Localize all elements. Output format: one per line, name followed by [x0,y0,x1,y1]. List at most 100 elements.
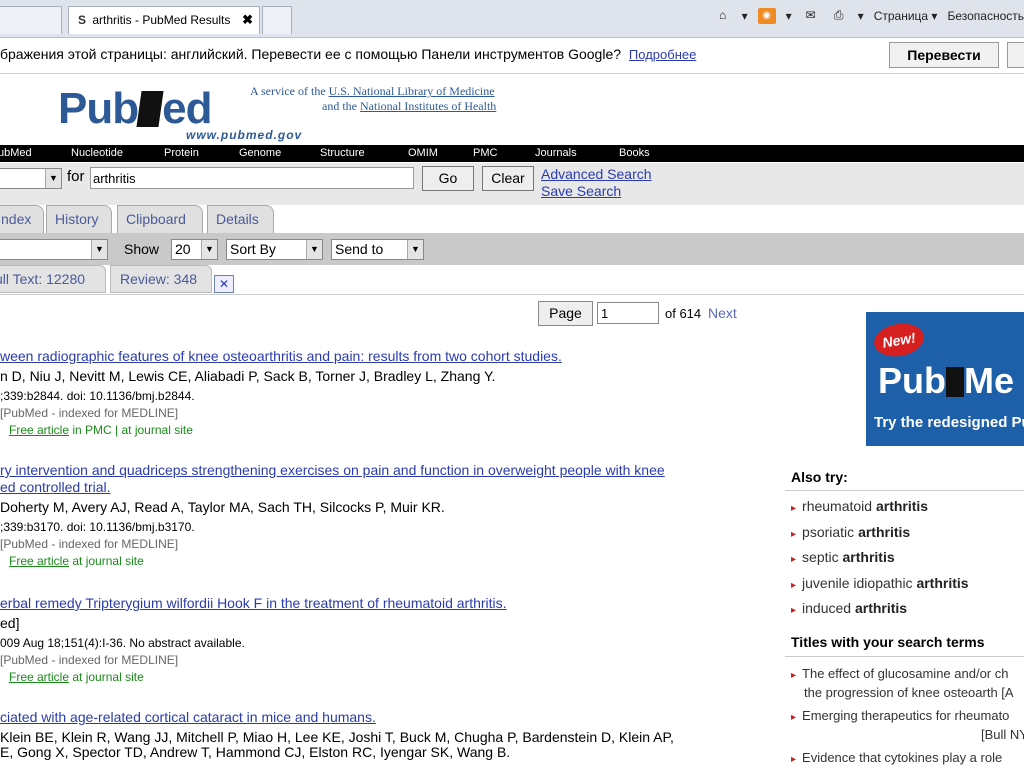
nav-journals[interactable]: Journals [535,147,577,159]
related-title-line2: [Bull NY [981,727,1024,742]
home-icon[interactable]: ⌂ [714,8,732,24]
search-bar-row: ▼ for Go Clear Advanced Search Save Sear… [0,163,1024,205]
save-search-link[interactable]: Save Search [541,183,621,199]
new-tab-button[interactable] [262,6,292,34]
next-page-link[interactable]: Next [708,305,737,321]
result-links-rest[interactable]: at journal site [69,670,143,684]
translate-more-link[interactable]: Подробнее [629,47,696,62]
result-title-link[interactable]: ry intervention and quadriceps strengthe… [0,462,665,478]
chevron-down-icon: ▼ [407,240,423,259]
security-menu[interactable]: Безопасность [947,9,1024,23]
rss-dropdown-icon[interactable]: ▾ [786,9,792,23]
nav-books[interactable]: Books [619,147,650,159]
chevron-down-icon: ▼ [201,240,217,259]
show-count-select[interactable]: 20 ▼ [171,239,218,260]
nav-genome[interactable]: Genome [239,147,281,159]
filter-settings-icon[interactable]: ✕ [214,275,234,293]
advanced-search-link[interactable]: Advanced Search [541,166,652,182]
result-links-rest[interactable]: in PMC | at journal site [69,423,193,437]
nav-structure[interactable]: Structure [320,147,365,159]
also-try-term: arthritis [916,575,969,591]
tab-history[interactable]: History [46,205,112,233]
go-button[interactable]: Go [422,166,474,191]
result-links-rest[interactable]: at journal site [69,554,143,568]
page-number-input[interactable] [597,302,659,324]
logo-url: www.pubmed.gov [186,128,303,142]
browser-tab-previous[interactable] [0,6,62,34]
browser-tab-bar: S arthritis - PubMed Results ✖ ⌂ ▾ ◉ ▾ ✉ ⎙… [0,0,1024,38]
send-to-value: Send to [335,241,384,257]
show-count-value: 20 [175,241,191,257]
tab-details[interactable]: Details [207,205,274,233]
display-format-select[interactable]: ▼ [0,239,108,260]
display-options-row: ▼ Show 20 ▼ Sort By ▼ Send to ▼ [0,233,1024,265]
also-try-link[interactable]: ▸ septic arthritis [791,549,895,565]
related-title-link[interactable]: ▸ The effect of glucosamine and/or ch the… [791,665,1014,701]
database-select[interactable]: ▼ [0,168,62,189]
result-title-link[interactable]: ween radiographic features of knee osteo… [0,348,562,364]
also-try-prefix: juvenile idiopathic [802,575,917,591]
nav-nucleotide[interactable]: Nucleotide [71,147,123,159]
print-dropdown-icon[interactable]: ▾ [858,9,864,23]
service-prefix: A service of the [250,84,326,98]
print-icon[interactable]: ⎙ [830,8,848,24]
browser-toolbar: ⌂ ▾ ◉ ▾ ✉ ⎙ ▾ Страница ▾ Безопасность [714,8,1024,24]
service-and: and the [322,99,357,113]
pubmed-logo[interactable]: Pub ed [58,84,212,134]
result-title-link[interactable]: ciated with age-related cortical catarac… [0,709,674,725]
mail-icon[interactable]: ✉ [802,8,820,24]
pubmed-redesign-banner[interactable]: New! Pub Me Try the redesigned Pu [866,312,1024,446]
nav-protein[interactable]: Protein [164,147,199,159]
search-input[interactable] [90,167,414,189]
nih-link[interactable]: National Institutes of Health [360,99,496,113]
page-menu[interactable]: Страница ▾ [874,9,938,23]
result-title-link-line2[interactable]: ed controlled trial. [0,479,665,495]
free-article-link[interactable]: Free article [9,554,69,568]
free-article-link[interactable]: Free article [9,423,69,437]
nav-pmc[interactable]: PMC [473,147,497,159]
browser-tab-active-label: arthritis - PubMed Results [92,13,231,27]
result-title-link[interactable]: erbal remedy Tripterygium wilfordii Hook… [0,595,507,611]
tab-clipboard[interactable]: Clipboard [117,205,203,233]
also-try-link[interactable]: ▸ induced arthritis [791,600,907,616]
bullet-icon: ▸ [791,580,797,591]
nav-omim[interactable]: OMIM [408,147,438,159]
related-title-link[interactable]: ▸ Evidence that cytokines play a role [791,749,1002,768]
nav-pubmed[interactable]: ubMed [0,147,32,159]
bullet-icon: ▸ [791,605,797,616]
translate-options-button[interactable] [1007,42,1024,68]
result-item: ry intervention and quadriceps strengthe… [0,462,665,568]
also-try-link[interactable]: ▸ juvenile idiopathic arthritis [791,575,969,591]
chevron-down-icon: ▼ [306,240,322,259]
rss-feed-icon[interactable]: ◉ [757,8,776,24]
result-citation: 009 Aug 18;151(4):I-36. No abstract avai… [0,636,245,650]
result-links: Free article at journal site [0,554,665,568]
result-authors: ed] [0,615,20,631]
related-title-link[interactable]: ▸ Emerging therapeutics for rheumato [Bul… [791,707,1024,743]
bullet-icon: ▸ [791,554,797,565]
also-try-prefix: psoriatic [802,524,859,540]
home-dropdown-icon[interactable]: ▾ [742,9,748,23]
filter-tabs-row: ull Text: 12280 Review: 348 ✕ [0,265,1024,295]
result-authors: n D, Niu J, Nevitt M, Lewis CE, Aliabadi… [0,368,496,384]
banner-logo: Pub Me [878,360,1014,402]
page-button[interactable]: Page [538,301,593,326]
close-tab-icon[interactable]: ✖ [242,12,253,28]
browser-tab-active[interactable]: S arthritis - PubMed Results ✖ [68,6,260,34]
filter-tab-review[interactable]: Review: 348 [110,265,212,293]
result-citation: ;339:b2844. doi: 10.1136/bmj.b2844. [0,389,195,403]
filter-tab-full-text[interactable]: ull Text: 12280 [0,265,106,293]
nlm-link[interactable]: U.S. National Library of Medicine [329,84,495,98]
translate-button[interactable]: Перевести [889,42,999,68]
sort-by-select[interactable]: Sort By ▼ [226,239,323,260]
clear-button[interactable]: Clear [482,166,534,191]
free-article-link[interactable]: Free article [9,670,69,684]
show-label: Show [124,241,160,257]
bullet-icon: ▸ [791,529,797,540]
banner-logo-right: Me [964,360,1015,401]
result-links: Free article at journal site [0,670,507,684]
also-try-link[interactable]: ▸ rheumatoid arthritis [791,498,928,514]
send-to-select[interactable]: Send to ▼ [331,239,424,260]
tab-index[interactable]: ndex [0,205,44,233]
also-try-link[interactable]: ▸ psoriatic arthritis [791,524,910,540]
